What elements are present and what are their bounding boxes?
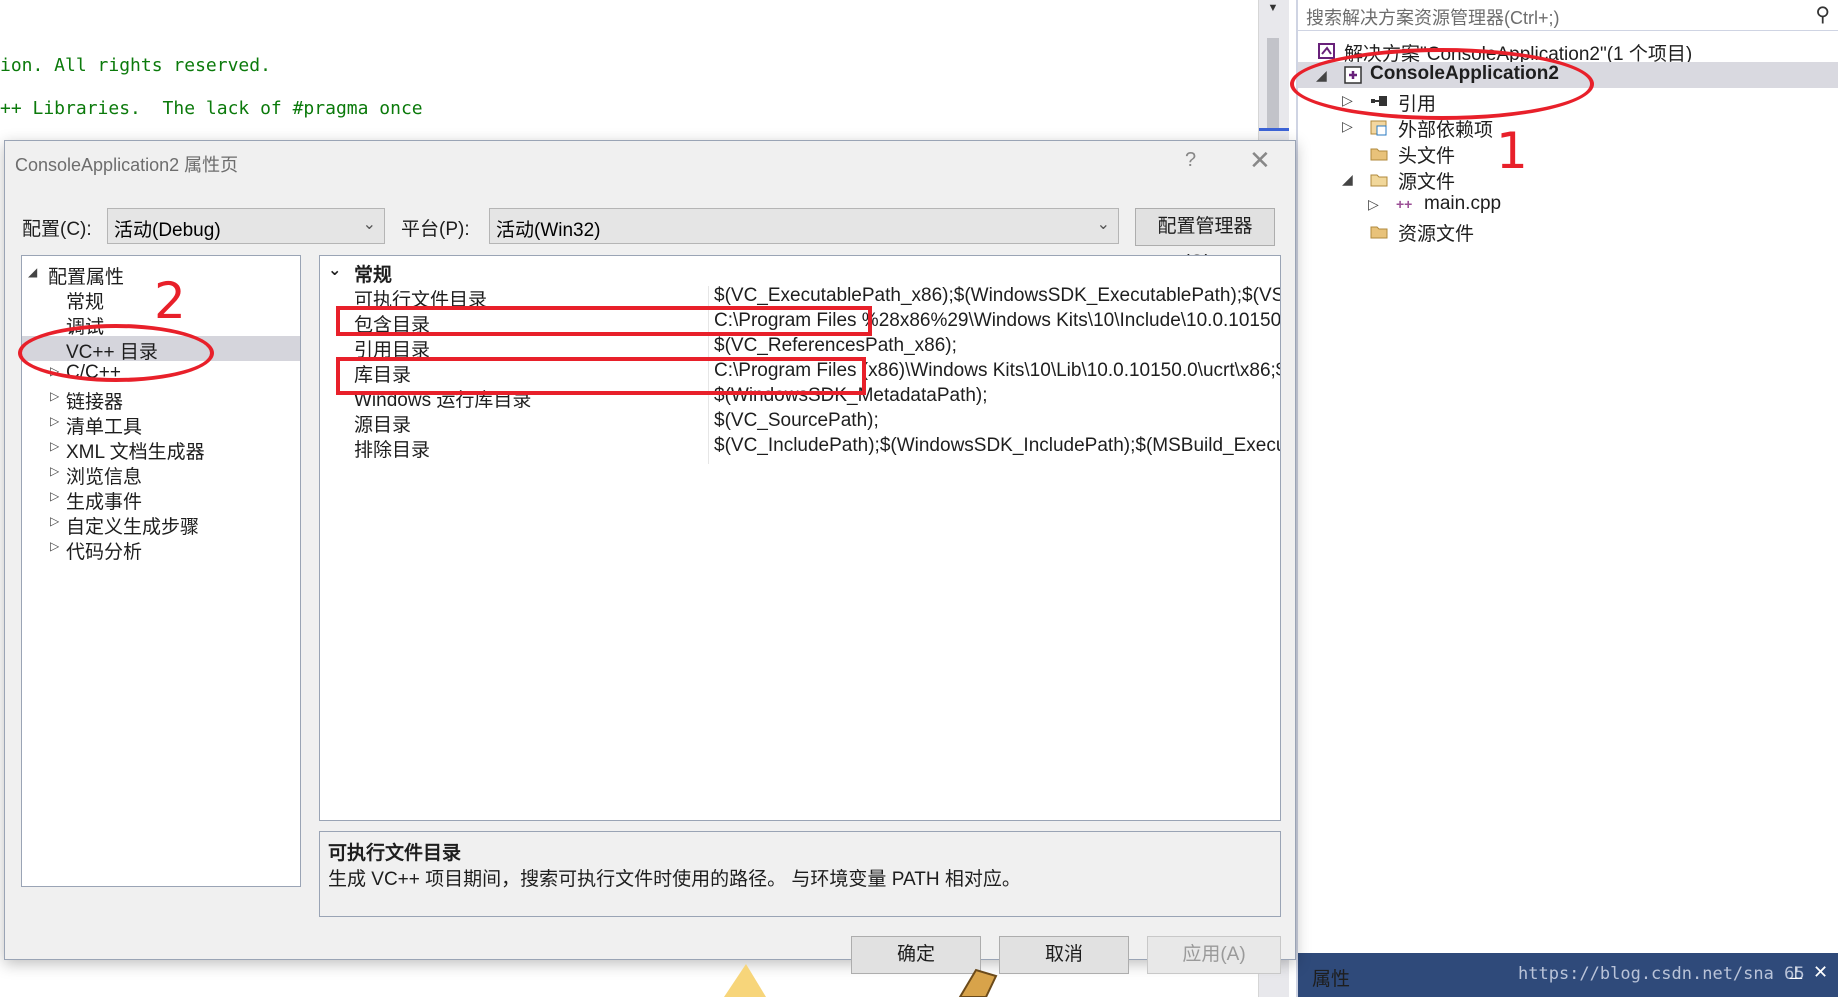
tree-item-label: 头文件 <box>1398 146 1456 167</box>
scrollbar-thumb[interactable] <box>1267 38 1279 128</box>
expand-icon[interactable]: ▷ <box>50 439 59 453</box>
pin-icon[interactable]: ⊥ <box>1788 963 1804 984</box>
close-icon[interactable]: ✕ <box>1813 962 1828 983</box>
expand-icon[interactable]: ▷ <box>1368 196 1379 213</box>
dialog-title: ConsoleApplication2 属性页 <box>15 155 239 175</box>
tree-item-custom-build-step[interactable]: ▷ 自定义生成步骤 <box>22 511 300 538</box>
grid-row[interactable]: 引用目录 $(VC_ReferencesPath_x86); <box>320 334 1280 361</box>
expand-icon[interactable]: ▷ <box>50 514 59 528</box>
property-value[interactable]: $(VC_ReferencesPath_x86); <box>714 335 957 357</box>
solution-icon <box>1318 42 1336 60</box>
platform-label: 平台(P): <box>401 219 470 240</box>
folder-open-icon <box>1370 170 1388 188</box>
property-value[interactable]: $(VC_IncludePath);$(WindowsSDK_IncludePa… <box>714 435 1280 457</box>
expand-icon[interactable]: ▷ <box>50 414 59 428</box>
property-name: 源目录 <box>354 415 412 436</box>
help-button[interactable]: ? <box>1185 149 1196 172</box>
tree-item-label: 生成事件 <box>66 492 143 513</box>
config-manager-button[interactable]: 配置管理器(O)... <box>1135 208 1275 273</box>
tree-item-label: 配置属性 <box>48 267 125 288</box>
solution-explorer: 搜索解决方案资源管理器(Ctrl+;) ⚲ 解决方案"ConsoleApplic… <box>1296 0 1838 997</box>
properties-title: 属性 <box>1312 969 1351 990</box>
tree-item-code-analysis[interactable]: ▷ 代码分析 <box>22 536 300 563</box>
external-deps-icon <box>1370 118 1388 136</box>
tree-item-xml-doc-generator[interactable]: ▷ XML 文档生成器 <box>22 436 300 463</box>
annotation-ellipse-vc-dirs <box>18 324 214 382</box>
grid-row[interactable]: 排除目录 $(VC_IncludePath);$(WindowsSDK_Incl… <box>320 434 1280 461</box>
apply-button[interactable]: 应用(A) <box>1147 936 1281 974</box>
config-label: 配置(C): <box>22 219 92 240</box>
property-pages-dialog: ConsoleApplication2 属性页 ? ✕ 配置(C): 活动(De… <box>4 140 1296 974</box>
expand-icon[interactable]: ▷ <box>50 539 59 553</box>
tree-item-build-events[interactable]: ▷ 生成事件 <box>22 486 300 513</box>
tree-item-external-deps[interactable]: ▷ 外部依赖项 <box>1298 114 1838 141</box>
platform-dropdown[interactable]: 活动(Win32) ⌄ <box>489 208 1119 244</box>
tree-item-label: 代码分析 <box>66 542 143 563</box>
expand-icon[interactable]: ▷ <box>1342 118 1353 135</box>
tree-item-label: XML 文档生成器 <box>66 442 205 463</box>
property-value[interactable]: $(VC_SourcePath); <box>714 410 879 432</box>
tree-item-label: 资源文件 <box>1398 224 1475 245</box>
tree-item-label: 清单工具 <box>66 417 143 438</box>
scroll-position-marker <box>1259 128 1289 131</box>
tree-item-label: 源文件 <box>1398 172 1456 193</box>
cpp-file-icon: ++ <box>1396 196 1413 212</box>
platform-value: 活动(Win32) <box>496 220 601 241</box>
property-grid: ⌄ 常规 可执行文件目录 $(VC_ExecutablePath_x86);$(… <box>319 255 1281 821</box>
tree-item-manifest-tool[interactable]: ▷ 清单工具 <box>22 411 300 438</box>
tree-item-label: 常规 <box>66 292 105 313</box>
annotation-number-2: 2 <box>154 272 186 330</box>
collapse-icon[interactable]: ◢ <box>28 265 37 279</box>
tree-item-source-files[interactable]: ◢ 源文件 <box>1298 166 1838 193</box>
close-button[interactable]: ✕ <box>1249 145 1271 176</box>
code-line: ++ Libraries. The lack of #pragma once <box>0 98 423 119</box>
tree-item-label: main.cpp <box>1424 193 1502 214</box>
tree-item-linker[interactable]: ▷ 链接器 <box>22 386 300 413</box>
search-placeholder: 搜索解决方案资源管理器(Ctrl+;) <box>1306 8 1560 28</box>
annotation-ellipse-project <box>1290 48 1594 120</box>
properties-panel-header: 属性 https://blog.csdn.net/sna 65 ⊥ ✕ <box>1298 953 1838 997</box>
tree-item-header-files[interactable]: 头文件 <box>1298 140 1838 167</box>
folder-icon <box>1370 222 1388 240</box>
background-illustration <box>720 958 1020 998</box>
expand-icon[interactable]: ▷ <box>50 389 59 403</box>
tree-item-main-cpp[interactable]: ▷ ++ main.cpp <box>1298 192 1838 218</box>
property-value[interactable]: $(VC_ExecutablePath_x86);$(WindowsSDK_Ex… <box>714 285 1280 307</box>
search-icon[interactable]: ⚲ <box>1815 2 1830 27</box>
tree-item-resource-files[interactable]: 资源文件 <box>1298 218 1838 245</box>
property-name: 排除目录 <box>354 440 431 461</box>
section-title: 常规 <box>354 265 393 286</box>
expand-icon[interactable]: ▷ <box>50 464 59 478</box>
chevron-down-icon: ⌄ <box>1096 216 1110 233</box>
solution-search[interactable]: 搜索解决方案资源管理器(Ctrl+;) ⚲ <box>1298 0 1838 31</box>
annotation-box-include-dirs <box>336 306 872 336</box>
grid-section-general[interactable]: ⌄ 常规 <box>320 260 1280 286</box>
scroll-up-icon[interactable]: ▼ <box>1265 2 1281 14</box>
collapse-icon[interactable]: ◢ <box>1342 171 1353 188</box>
grid-row[interactable]: 源目录 $(VC_SourcePath); <box>320 409 1280 436</box>
watermark: https://blog.csdn.net/sna 65 <box>1518 964 1805 984</box>
tree-item-label: 浏览信息 <box>66 467 143 488</box>
chevron-down-icon[interactable]: ⌄ <box>328 260 341 280</box>
property-description: 可执行文件目录 生成 VC++ 项目期间，搜索可执行文件时使用的路径。 与环境变… <box>319 831 1281 917</box>
chevron-down-icon: ⌄ <box>362 216 376 233</box>
code-line: ion. All rights reserved. <box>0 55 271 76</box>
tree-item-label: 自定义生成步骤 <box>66 517 200 538</box>
config-dropdown[interactable]: 活动(Debug) ⌄ <box>107 208 385 244</box>
description-title: 可执行文件目录 <box>328 843 462 864</box>
expand-icon[interactable]: ▷ <box>50 489 59 503</box>
annotation-box-library-dirs <box>336 357 866 395</box>
config-value: 活动(Debug) <box>114 220 221 241</box>
tree-item-browse-info[interactable]: ▷ 浏览信息 <box>22 461 300 488</box>
description-text: 生成 VC++ 项目期间，搜索可执行文件时使用的路径。 与环境变量 PATH 相… <box>328 869 1021 890</box>
folder-icon <box>1370 144 1388 162</box>
tree-item-label: 链接器 <box>66 392 124 413</box>
annotation-number-1: 1 <box>1496 122 1528 180</box>
